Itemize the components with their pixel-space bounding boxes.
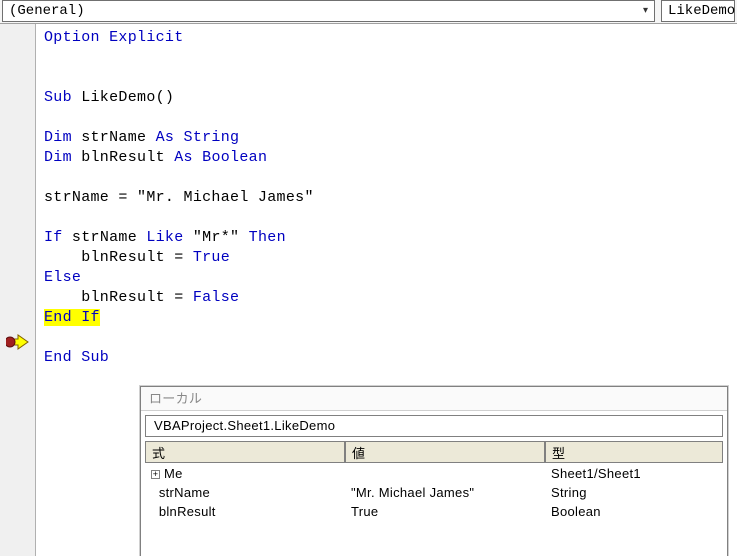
code-txt: strName [63,229,147,246]
code-kw: As String [156,129,240,146]
code-editor[interactable]: Option Explicit Sub LikeDemo() Dim strNa… [36,24,737,556]
locals-cell-val [345,463,545,482]
code-txt: blnResult = [44,289,193,306]
code-kw: Sub [44,89,72,106]
code-txt: strName [72,129,156,146]
locals-col-type[interactable]: 型 [545,441,723,463]
chevron-down-icon: ▾ [643,5,648,17]
locals-row[interactable]: strName"Mr. Michael James"String [145,482,723,501]
code-kw: If [44,229,63,246]
code-kw: Like [146,229,183,246]
code-txt: blnResult [72,149,174,166]
current-line: End If [44,309,100,326]
locals-row[interactable]: blnResultTrueBoolean [145,501,723,520]
code-txt: "Mr*" [184,229,249,246]
code-kw: Else [44,269,81,286]
procedure-combo-text: LikeDemo [668,3,735,19]
locals-cell-type: String [545,482,723,501]
code-txt: blnResult = [44,249,193,266]
locals-cell-type: Sheet1/Sheet1 [545,463,723,482]
procedure-combo[interactable]: LikeDemo [661,0,735,22]
editor-main: Option Explicit Sub LikeDemo() Dim strNa… [0,24,737,556]
code-kw: Then [249,229,286,246]
declarations-bar: (General) ▾ LikeDemo [0,0,737,24]
locals-window[interactable]: ローカル VBAProject.Sheet1.LikeDemo 式 値 型 +M… [140,386,728,556]
code-kw: False [193,289,240,306]
code-kw: End Sub [44,349,109,366]
execution-arrow-icon [6,334,30,350]
expand-toggle-icon[interactable]: + [151,470,160,479]
code-kw: Option Explicit [44,29,184,46]
locals-context: VBAProject.Sheet1.LikeDemo [145,415,723,437]
code-kw: True [193,249,230,266]
code-txt: strName = "Mr. Michael James" [44,189,314,206]
object-combo-text: (General) [9,3,85,19]
locals-col-expr[interactable]: 式 [145,441,345,463]
locals-cell-expr: blnResult [145,501,345,520]
locals-cell-val: True [345,501,545,520]
code-gutter[interactable] [0,24,36,556]
object-combo[interactable]: (General) ▾ [2,0,655,22]
locals-grid: 式 値 型 +Me Sheet1/Sheet1 strName"Mr. Micha… [145,441,723,520]
locals-col-val[interactable]: 値 [345,441,545,463]
locals-header-row: 式 値 型 [145,441,723,463]
code-txt: LikeDemo() [72,89,174,106]
locals-cell-type: Boolean [545,501,723,520]
locals-cell-val: "Mr. Michael James" [345,482,545,501]
locals-cell-expr: +Me [145,463,345,482]
code-kw: Dim [44,129,72,146]
code-kw: Dim [44,149,72,166]
locals-title: ローカル [141,387,727,411]
locals-cell-expr: strName [145,482,345,501]
code-kw: As Boolean [174,149,267,166]
locals-row[interactable]: +Me Sheet1/Sheet1 [145,463,723,482]
